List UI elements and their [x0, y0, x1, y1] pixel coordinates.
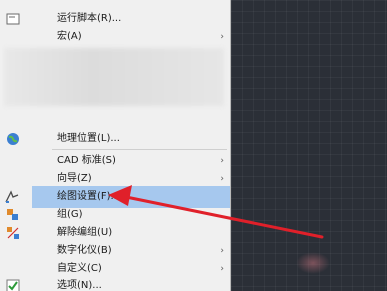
annotation-arrow-icon	[108, 185, 324, 239]
